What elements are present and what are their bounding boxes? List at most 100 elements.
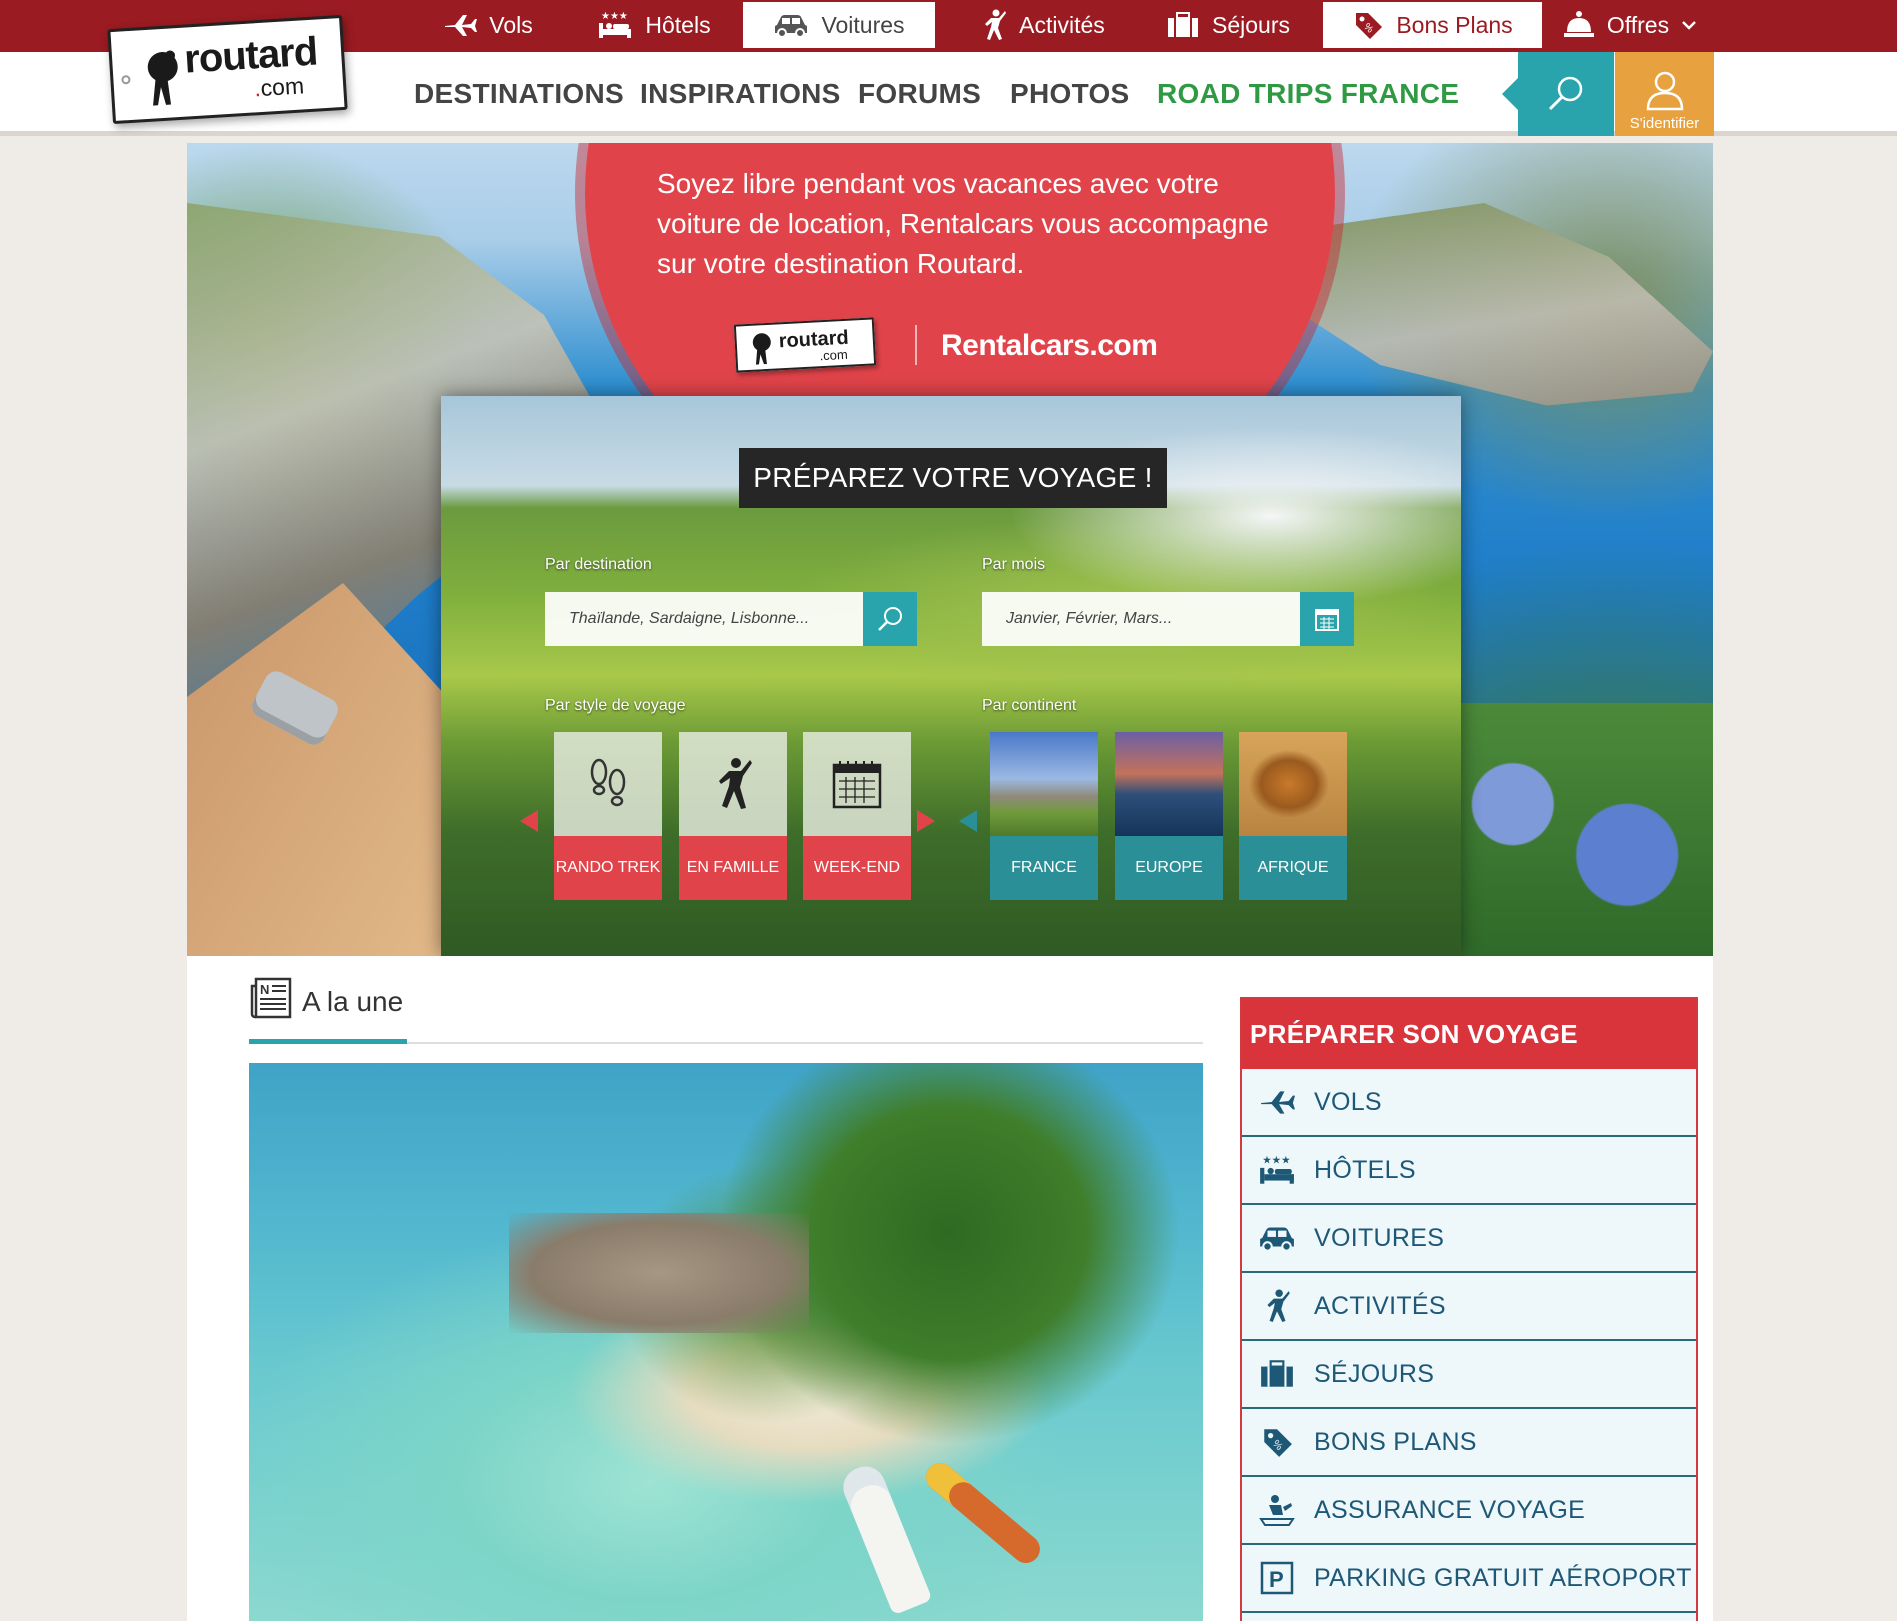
login-button[interactable]: S'identifier [1615, 52, 1714, 136]
routard-logo[interactable]: routard .com [107, 14, 348, 125]
promo-text[interactable]: Soyez libre pendant vos vacances avec vo… [657, 164, 1277, 284]
search-icon [1548, 76, 1583, 111]
a-la-une-accent [249, 1039, 407, 1044]
insurance-icon [1259, 1495, 1295, 1526]
promo-divider [915, 325, 917, 365]
top-nav-label: Vols [489, 11, 533, 38]
plane-icon [445, 15, 478, 36]
top-nav-label: Séjours [1212, 11, 1290, 38]
hotel-icon: ★★★ [1260, 1155, 1294, 1184]
svg-text:★★★: ★★★ [601, 11, 628, 22]
calendar-icon [1315, 609, 1339, 631]
sidebar-item-label: ACTIVITÉS [1314, 1291, 1446, 1320]
photo-longtail-boat [920, 1457, 1046, 1569]
promo-routard-logo: routard .com [733, 317, 877, 373]
sidebar-item-activites[interactable]: ACTIVITÉS [1242, 1273, 1696, 1341]
sidebar-item-bons-plans[interactable]: % BONS PLANS [1242, 1409, 1696, 1477]
sidebar-item-label: BONS PLANS [1314, 1427, 1477, 1456]
site-search-button[interactable] [1502, 52, 1614, 136]
hero-banner: Soyez libre pendant vos vacances avec vo… [187, 143, 1713, 956]
top-nav-sejours[interactable]: Séjours [1160, 2, 1296, 48]
continent-label: Par continent [982, 697, 1077, 714]
logo-com: .com [253, 72, 305, 102]
logo-tag-hole [121, 74, 131, 85]
sidebar-item-label: VOLS [1314, 1087, 1382, 1116]
nav-inspirations[interactable]: INSPIRATIONS [640, 78, 841, 110]
sidebar-item-label: SÉJOURS [1314, 1359, 1435, 1388]
sidebar-item-vols[interactable]: VOLS [1242, 1069, 1696, 1137]
sidebar-item-hotels[interactable]: ★★★ HÔTELS [1242, 1137, 1696, 1205]
month-input[interactable]: Janvier, Février, Mars... [982, 592, 1300, 646]
login-label: S'identifier [1629, 115, 1700, 132]
continent-tile-afrique[interactable]: AFRIQUE [1239, 732, 1347, 900]
rentalcars-logo[interactable]: Rentalcars.com [941, 329, 1158, 363]
top-nav-voitures[interactable]: Voitures [743, 2, 935, 48]
promo-logo-com: .com [819, 346, 849, 364]
france-photo [990, 732, 1098, 836]
europe-photo [1115, 732, 1223, 836]
top-nav-hotels[interactable]: ★★★ Hôtels [594, 2, 714, 48]
calendar-icon [832, 761, 882, 809]
month-calendar-button[interactable] [1300, 592, 1354, 646]
activity-icon [985, 9, 1007, 40]
nav-destinations[interactable]: DESTINATIONS [414, 78, 624, 110]
activity-icon [1267, 1289, 1290, 1322]
car-icon [1260, 1227, 1294, 1251]
a-la-une-title: A la une [302, 986, 404, 1017]
trip-planner: PRÉPAREZ VOTRE VOYAGE ! Par destination … [441, 396, 1461, 956]
backpacker-logo-icon [752, 333, 771, 365]
sidebar-item-label: VOITURES [1314, 1223, 1445, 1252]
footprints-icon [590, 758, 626, 807]
nav-forums[interactable]: FORUMS [858, 78, 981, 110]
hero-flowers [1427, 703, 1713, 956]
continent-tile-france[interactable]: FRANCE [990, 732, 1098, 900]
sidebar-item-assurance-voyage[interactable]: ASSURANCE VOYAGE [1242, 1477, 1696, 1545]
suitcase-icon [1168, 12, 1198, 37]
chevron-down-icon [1682, 21, 1696, 30]
plane-icon [1261, 1091, 1295, 1114]
svg-text:N: N [260, 982, 269, 997]
month-label: Par mois [982, 556, 1046, 573]
bell-icon [1563, 11, 1594, 37]
destination-label: Par destination [545, 556, 652, 573]
afrique-photo [1239, 732, 1347, 836]
parking-icon: P [1260, 1561, 1294, 1595]
backpacker-logo-icon [147, 50, 178, 106]
newspaper-icon: N [250, 977, 292, 1019]
featured-article-photo[interactable] [249, 1063, 1203, 1621]
svg-text:P: P [1269, 1567, 1284, 1592]
top-nav-bons-plans[interactable]: % Bons Plans [1323, 2, 1542, 48]
style-tile-rando-trek[interactable]: RANDO TREK [554, 732, 662, 900]
search-icon [878, 607, 902, 631]
style-tile-en-famille[interactable]: EN FAMILLE [679, 732, 787, 900]
svg-text:★★★: ★★★ [1262, 1155, 1290, 1167]
sidebar-item-parking[interactable]: P PARKING GRATUIT AÉROPORT [1242, 1545, 1696, 1613]
style-next-arrow[interactable] [917, 810, 935, 832]
continent-prev-arrow[interactable] [959, 810, 977, 832]
sidebar-item-label: ASSURANCE VOYAGE [1314, 1495, 1586, 1524]
car-icon [775, 15, 808, 37]
style-prev-arrow[interactable] [520, 810, 538, 832]
style-tile-week-end[interactable]: WEEK-END [803, 732, 911, 900]
destination-search-button[interactable] [863, 592, 917, 646]
style-label: Par style de voyage [545, 697, 686, 714]
top-nav-activites[interactable]: Activités [968, 2, 1118, 48]
sidebar-item-voitures[interactable]: VOITURES [1242, 1205, 1696, 1273]
planner-title: PRÉPAREZ VOTRE VOYAGE ! [739, 448, 1167, 508]
user-icon [1646, 71, 1683, 111]
top-nav-vols[interactable]: Vols [440, 2, 536, 48]
top-nav-label: Hôtels [645, 11, 711, 38]
sidebar-item-sejours[interactable]: SÉJOURS [1242, 1341, 1696, 1409]
prepare-trip-title: PRÉPARER SON VOYAGE [1242, 999, 1696, 1069]
nav-photos[interactable]: PHOTOS [1010, 78, 1130, 110]
hotel-icon: ★★★ [599, 11, 632, 38]
prepare-trip-box: PRÉPARER SON VOYAGE VOLS ★★★ HÔTELS VOIT… [1240, 997, 1698, 1621]
top-nav-offres[interactable]: Offres [1560, 2, 1700, 48]
continent-tile-europe[interactable]: EUROPE [1115, 732, 1223, 900]
top-nav-label: Offres [1606, 11, 1670, 38]
destination-input[interactable]: Thaïlande, Sardaigne, Lisbonne... [545, 592, 863, 646]
nav-road-trips-france[interactable]: ROAD TRIPS FRANCE [1157, 78, 1459, 110]
top-nav-label: Activités [1019, 11, 1105, 38]
main-content: N A la une PRÉPARER SON VOYAGE VOLS ★★★ … [187, 956, 1713, 1621]
photo-boat [837, 1460, 933, 1616]
